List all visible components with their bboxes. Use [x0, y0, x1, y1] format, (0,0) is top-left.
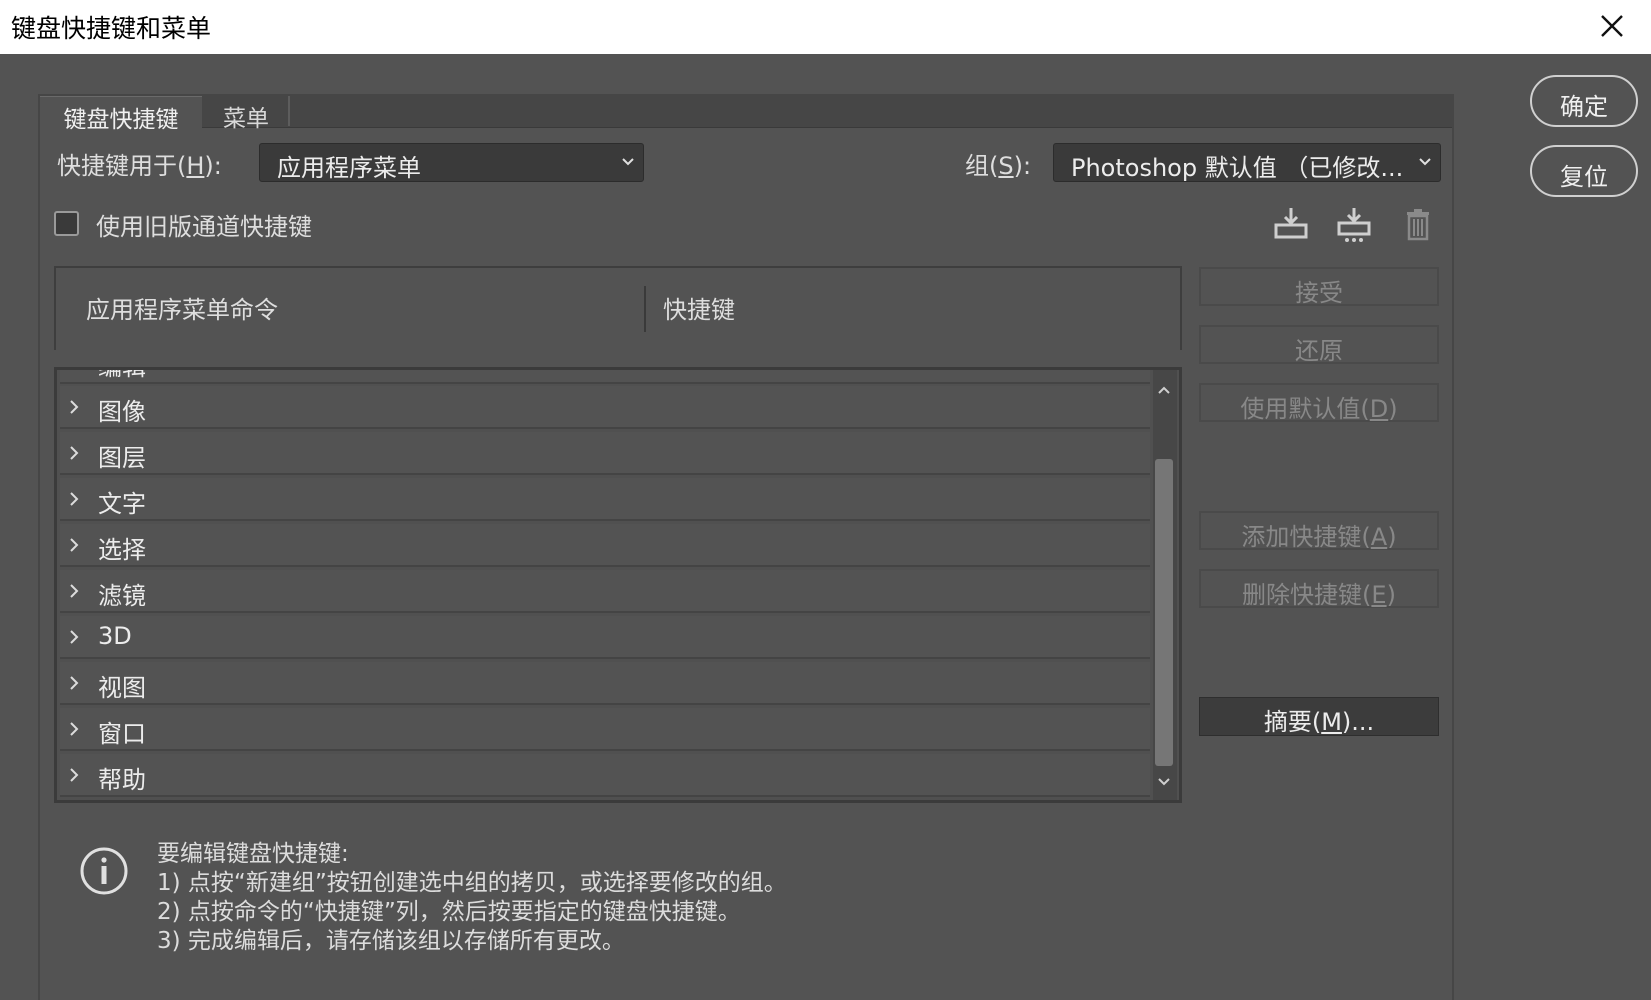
list-item[interactable]: 帮助	[60, 754, 1150, 797]
tab-keyboard-shortcuts[interactable]: 键盘快捷键	[40, 96, 202, 133]
chevron-right-icon	[70, 768, 79, 782]
chevron-down-icon	[622, 158, 634, 166]
info-step-3: 3) 完成编辑后，请存储该组以存储所有更改。	[157, 928, 625, 954]
delete-set-icon[interactable]	[1398, 205, 1438, 243]
column-divider[interactable]	[644, 286, 646, 332]
info-text: 要编辑键盘快捷键: 1) 点按“新建组”按钮创建选中组的拷贝，或选择要修改的组。…	[157, 840, 787, 956]
col-shortcut-header: 快捷键	[663, 296, 735, 324]
save-set-icon[interactable]	[1271, 205, 1311, 243]
chevron-right-icon	[70, 446, 79, 460]
tab-divider	[288, 96, 290, 126]
info-step-1: 1) 点按“新建组”按钮创建选中组的拷贝，或选择要修改的组。	[157, 870, 787, 896]
list-item[interactable]: 滤镜	[60, 570, 1150, 613]
chevron-right-icon	[69, 367, 79, 370]
list-item[interactable]: 图层	[60, 432, 1150, 475]
shortcuts-for-value: 应用程序菜单	[277, 154, 421, 182]
add-shortcut-button[interactable]: 添加快捷键(A)	[1199, 511, 1439, 551]
tab-menus[interactable]: 菜单	[204, 96, 288, 132]
group-select[interactable]: Photoshop 默认值 （已修改...	[1053, 143, 1441, 182]
summary-button[interactable]: 摘要(M)...	[1199, 697, 1439, 736]
list-item[interactable]: 视图	[60, 662, 1150, 705]
reset-button[interactable]: 复位	[1530, 145, 1638, 197]
scrollbar-thumb[interactable]	[1155, 459, 1173, 766]
group-value: Photoshop 默认值 （已修改...	[1071, 154, 1404, 182]
list-item[interactable]: 3D	[60, 616, 1150, 659]
close-icon[interactable]	[1595, 9, 1629, 43]
col-command-header: 应用程序菜单命令	[86, 296, 278, 324]
chevron-down-icon	[1419, 158, 1431, 166]
chevron-right-icon	[70, 492, 79, 506]
shortcuts-for-select[interactable]: 应用程序菜单	[259, 143, 644, 182]
table-header: 应用程序菜单命令 快捷键	[54, 266, 1182, 350]
window-title: 键盘快捷键和菜单	[11, 14, 212, 43]
info-step-2: 2) 点按命令的“快捷键”列，然后按要指定的键盘快捷键。	[157, 899, 741, 925]
legacy-channel-checkbox[interactable]	[54, 211, 79, 236]
info-heading: 要编辑键盘快捷键:	[157, 841, 349, 867]
chevron-right-icon	[70, 722, 79, 736]
list-item[interactable]: 文字	[60, 478, 1150, 521]
chevron-right-icon	[70, 676, 79, 690]
accept-button[interactable]: 接受	[1199, 267, 1439, 307]
undo-button[interactable]: 还原	[1199, 325, 1439, 365]
title-bar: 键盘快捷键和菜单	[0, 0, 1651, 54]
list-item[interactable]: 编辑	[60, 367, 1150, 384]
list-item[interactable]: 图像	[60, 386, 1150, 429]
info-icon	[80, 847, 128, 895]
delete-shortcut-button[interactable]: 删除快捷键(E)	[1199, 569, 1439, 609]
ok-button[interactable]: 确定	[1530, 75, 1638, 127]
chevron-right-icon	[70, 400, 79, 414]
save-as-set-icon[interactable]	[1334, 205, 1374, 243]
command-list: 编辑 图像 图层 文字 选择 滤镜 3D 视图 窗口 帮助	[54, 367, 1182, 803]
group-label: 组(S):	[965, 152, 1032, 180]
legacy-channel-label: 使用旧版通道快捷键	[96, 213, 312, 241]
scroll-down-icon[interactable]	[1156, 776, 1172, 788]
chevron-right-icon	[70, 584, 79, 598]
use-default-button[interactable]: 使用默认值(D)	[1199, 383, 1439, 423]
list-item[interactable]: 选择	[60, 524, 1150, 567]
chevron-right-icon	[70, 538, 79, 552]
shortcuts-for-label: 快捷键用于(H):	[57, 152, 222, 180]
scroll-up-icon[interactable]	[1156, 384, 1172, 396]
list-item[interactable]: 窗口	[60, 708, 1150, 751]
chevron-right-icon	[70, 630, 79, 644]
